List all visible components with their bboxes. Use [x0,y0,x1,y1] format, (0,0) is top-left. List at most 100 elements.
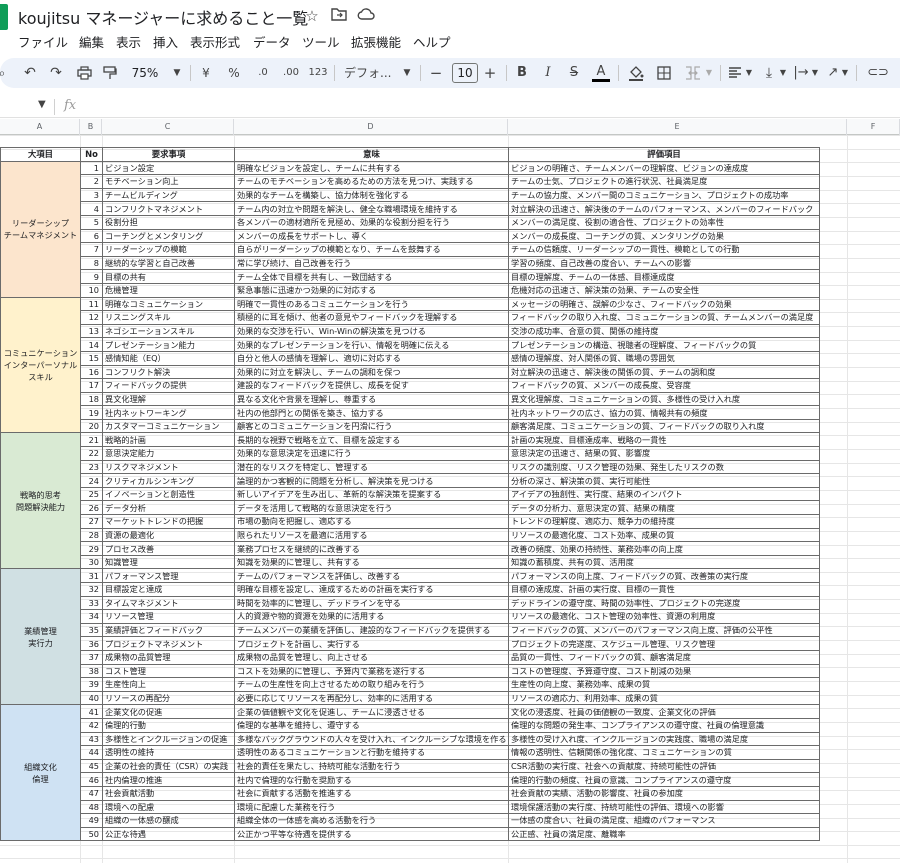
evaluation-cell[interactable]: フィードバックの質、メンバーのパフォーマンス向上度、評価の公平性 [508,622,820,638]
requirement-cell[interactable]: データ分析 [102,500,235,516]
menu-data[interactable]: データ [253,32,291,51]
evaluation-cell[interactable]: 社内ネットワークの広さ、協力の質、情報共有の頻度 [508,405,820,420]
meaning-cell[interactable]: 効果的なチームを構築し、協力体制を強化する [234,187,509,203]
evaluation-cell[interactable]: コストの管理度、予算遵守度、コスト削減の効果 [508,663,820,679]
meaning-cell[interactable]: 多様なバックグラウンドの人々を受け入れ、インクルーシブな環境を作る [234,731,509,747]
meaning-cell[interactable]: 自らがリーダーシップの模範となり、チームを鼓舞する [234,242,509,257]
evaluation-cell[interactable]: トレンドの理解度、適応力、競争力の維持度 [508,514,820,529]
menu-edit[interactable]: 編集 [79,32,104,51]
requirement-cell[interactable]: 組織の一体感の醸成 [102,813,235,828]
meaning-cell[interactable]: 明確で一貫性のあるコミュニケーションを行う [234,296,509,312]
no-cell[interactable]: 41 [80,704,103,719]
evaluation-cell[interactable]: プロジェクトの完遂度、スケジュール管理、リスク管理 [508,636,820,651]
requirement-cell[interactable]: 社内ネットワーキング [102,405,235,420]
rotation-dropdown-icon[interactable]: ▼ [840,62,850,84]
column-header-c[interactable]: C [102,119,234,135]
no-cell[interactable]: 27 [80,514,103,529]
no-cell[interactable]: 37 [80,649,103,665]
requirement-cell[interactable]: 生産性向上 [102,677,235,692]
menu-view[interactable]: 表示 [116,32,141,51]
currency-format-button[interactable]: ¥ [198,62,214,84]
number-format-button[interactable]: 123 [307,62,329,84]
align-dropdown-icon[interactable]: ▼ [744,62,754,84]
meaning-cell[interactable]: 人的資源や物的資源を効果的に活用する [234,609,509,624]
menu-help[interactable]: ヘルプ [413,32,451,51]
evaluation-cell[interactable]: 対立解決の迅速さ、解決後のチームのパフォーマンス、メンバーのフィードバック [508,201,820,216]
no-cell[interactable]: 15 [80,350,103,366]
meaning-cell[interactable]: 異なる文化や背景を理解し、尊重する [234,391,509,407]
evaluation-cell[interactable]: リソースの適応力、利用効率、成果の質 [508,690,820,706]
zoom-select[interactable]: 75% [128,62,162,84]
no-cell[interactable]: 38 [80,663,103,679]
no-cell[interactable]: 10 [80,282,103,298]
meaning-cell[interactable]: 明確な目標を設定し、達成するための計画を実行する [234,582,509,597]
meaning-cell[interactable]: 建設的なフィードバックを提供し、成長を促す [234,378,509,393]
evaluation-cell[interactable]: リソースの最適化度、コスト効率、成果の質 [508,527,820,543]
requirement-cell[interactable]: 感情知能（EQ） [102,350,235,366]
meaning-cell[interactable]: チームのモチベーションを高めるための方法を見つけ、実践する [234,174,509,189]
requirement-cell[interactable]: クリティカルシンキング [102,473,235,488]
no-cell[interactable]: 3 [80,187,103,203]
meaning-cell[interactable]: 公正かつ平等な待遇を提供する [234,826,509,842]
requirement-cell[interactable]: 社会貢献活動 [102,785,235,801]
evaluation-cell[interactable]: 品質の一貫性、フィードバックの質、顧客満足度 [508,649,820,665]
no-cell[interactable]: 5 [80,214,103,230]
requirement-cell[interactable]: 異文化理解 [102,391,235,407]
meaning-cell[interactable]: 各メンバーの適材適所を見極め、効果的な役割分担を行う [234,214,509,230]
meaning-cell[interactable]: 効果的に対立を解決し、チームの調和を保つ [234,364,509,380]
requirement-cell[interactable]: リスニングスキル [102,310,235,325]
no-cell[interactable]: 32 [80,582,103,597]
no-cell[interactable]: 22 [80,446,103,461]
no-cell[interactable]: 44 [80,745,103,760]
evaluation-cell[interactable]: データの分析力、意思決定の質、結果の精度 [508,500,820,516]
meaning-cell[interactable]: 効果的なプレゼンテーションを行い、情報を明確に伝える [234,337,509,352]
merge-dropdown-icon[interactable]: ▼ [704,62,714,84]
no-cell[interactable]: 20 [80,418,103,434]
meaning-cell[interactable]: 積極的に耳を傾け、他者の意見やフィードバックを理解する [234,310,509,325]
requirement-cell[interactable]: コーチングとメンタリング [102,228,235,244]
requirement-cell[interactable]: イノベーションと創造性 [102,486,235,502]
evaluation-cell[interactable]: メッセージの明確さ、誤解の少なさ、フィードバックの効果 [508,296,820,312]
no-cell[interactable]: 30 [80,554,103,570]
evaluation-cell[interactable]: 意思決定の迅速さ、結果の質、影響度 [508,446,820,461]
increase-font-size-button[interactable]: + [482,62,498,84]
no-cell[interactable]: 13 [80,323,103,339]
evaluation-cell[interactable]: アイデアの独創性、実行度、結果のインパクト [508,486,820,502]
no-cell[interactable]: 12 [80,310,103,325]
no-cell[interactable]: 25 [80,486,103,502]
no-cell[interactable]: 16 [80,364,103,380]
meaning-cell[interactable]: コストを効果的に管理し、予算内で業務を遂行する [234,663,509,679]
meaning-cell[interactable]: 環境に配慮した業務を行う [234,799,509,815]
evaluation-cell[interactable]: 情報の透明性、信頼関係の強化度、コミュニケーションの質 [508,745,820,760]
requirement-cell[interactable]: フィードバックの提供 [102,378,235,393]
evaluation-cell[interactable]: 倫理的な問題の発生率、コンプライアンスの遵守度、社員の倫理意識 [508,717,820,733]
evaluation-cell[interactable]: 顧客満足度、コミュニケーションの質、フィードバックの取り入れ度 [508,418,820,434]
decrease-font-size-button[interactable]: − [428,62,444,84]
meaning-cell[interactable]: チーム内の対立や問題を解決し、健全な職場環境を維持する [234,201,509,216]
bold-button[interactable]: B [514,62,530,84]
meaning-cell[interactable]: 効果的な交渉を行い、Win-Winの解決策を見つける [234,323,509,339]
category-cell[interactable]: 業績管理 実行力 [0,568,81,706]
evaluation-cell[interactable]: 目標の達成度、計画の実行度、目標の一貫性 [508,582,820,597]
meaning-cell[interactable]: 潜在的なリスクを特定し、管理する [234,459,509,475]
meaning-cell[interactable]: 長期的な視野で戦略を立て、目標を設定する [234,432,509,448]
evaluation-cell[interactable]: フィードバックの質、メンバーの成長度、受容度 [508,378,820,393]
meaning-cell[interactable]: 社内で倫理的な行動を奨励する [234,772,509,787]
header-no[interactable]: No [80,147,103,162]
meaning-cell[interactable]: データを活用して戦略的な意思決定を行う [234,500,509,516]
no-cell[interactable]: 34 [80,609,103,624]
no-cell[interactable]: 6 [80,228,103,244]
document-title[interactable]: koujitsu マネージャーに求めること一覧 [18,5,308,29]
evaluation-cell[interactable]: 学習の頻度、自己改善の度合い、チームへの影響 [508,255,820,271]
star-icon[interactable]: ☆ [303,7,321,25]
meaning-cell[interactable]: 社会的責任を果たし、持続可能な活動を行う [234,758,509,774]
requirement-cell[interactable]: 多様性とインクルージョンの促進 [102,731,235,747]
percent-format-button[interactable]: % [226,62,242,84]
requirement-cell[interactable]: 意思決定能力 [102,446,235,461]
no-cell[interactable]: 2 [80,174,103,189]
no-cell[interactable]: 8 [80,255,103,271]
requirement-cell[interactable]: チームビルディング [102,187,235,203]
meaning-cell[interactable]: 社会に貢献する活動を推進する [234,785,509,801]
menu-format[interactable]: 表示形式 [190,32,240,51]
no-cell[interactable]: 50 [80,826,103,842]
